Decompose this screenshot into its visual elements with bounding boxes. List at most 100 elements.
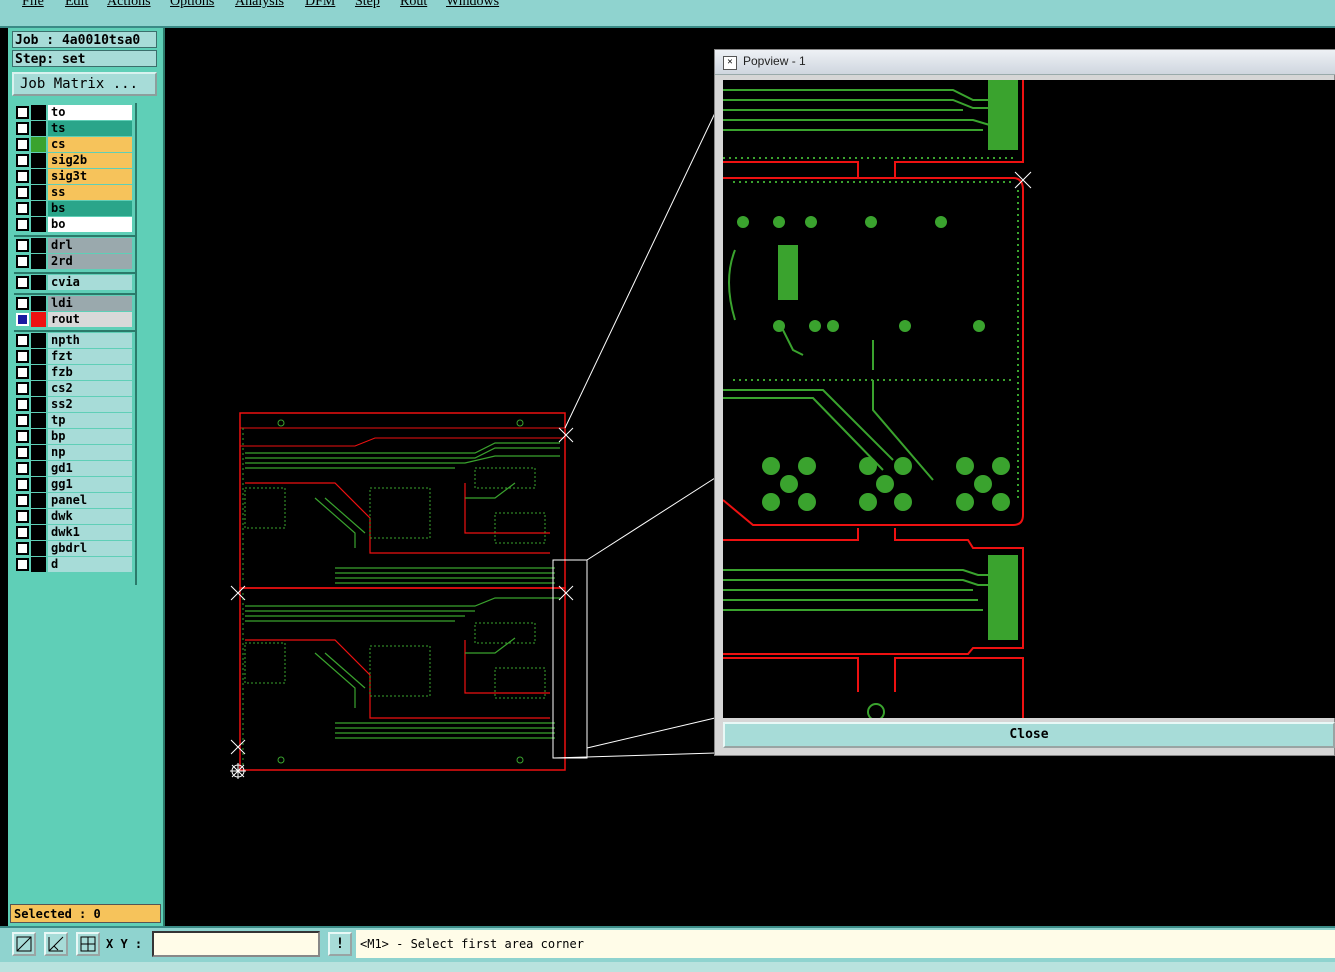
layer-checkbox[interactable] bbox=[16, 446, 29, 459]
job-matrix-button[interactable]: Job Matrix ... bbox=[12, 72, 157, 96]
menu-actions[interactable]: Actions bbox=[107, 0, 151, 10]
layer-row-sig2b[interactable]: sig2b bbox=[14, 153, 134, 168]
layer-row-2rd[interactable]: 2rd bbox=[14, 254, 134, 269]
layer-name[interactable]: dwk bbox=[48, 509, 132, 524]
layer-row-panel[interactable]: panel bbox=[14, 493, 134, 508]
layer-checkbox[interactable] bbox=[16, 542, 29, 555]
layer-checkbox[interactable] bbox=[16, 106, 29, 119]
layer-name[interactable]: gg1 bbox=[48, 477, 132, 492]
layer-row-gbdrl[interactable]: gbdrl bbox=[14, 541, 134, 556]
layer-checkbox[interactable] bbox=[16, 494, 29, 507]
measure-icon[interactable] bbox=[44, 932, 68, 956]
layer-row-dwk1[interactable]: dwk1 bbox=[14, 525, 134, 540]
layer-row-bs[interactable]: bs bbox=[14, 201, 134, 216]
layer-name[interactable]: drl bbox=[48, 238, 132, 253]
xy-input[interactable] bbox=[152, 931, 320, 957]
popview-canvas[interactable] bbox=[723, 80, 1335, 718]
layer-color-swatch[interactable] bbox=[31, 254, 46, 269]
layer-color-swatch[interactable] bbox=[31, 541, 46, 556]
layer-name[interactable]: sig3t bbox=[48, 169, 132, 184]
layer-name[interactable]: bo bbox=[48, 217, 132, 232]
layer-name[interactable]: fzb bbox=[48, 365, 132, 380]
layer-name[interactable]: to bbox=[48, 105, 132, 120]
menu-options[interactable]: Options bbox=[170, 0, 214, 10]
layer-name[interactable]: cs2 bbox=[48, 381, 132, 396]
layer-checkbox[interactable] bbox=[16, 414, 29, 427]
layer-row-to[interactable]: to bbox=[14, 105, 134, 120]
layer-name[interactable]: ss2 bbox=[48, 397, 132, 412]
layer-name[interactable]: d bbox=[48, 557, 132, 572]
layer-row-bp[interactable]: bp bbox=[14, 429, 134, 444]
layer-checkbox[interactable] bbox=[16, 366, 29, 379]
layer-checkbox[interactable] bbox=[16, 430, 29, 443]
layer-color-swatch[interactable] bbox=[31, 445, 46, 460]
menu-rout[interactable]: Rout bbox=[400, 0, 427, 10]
layer-row-ts[interactable]: ts bbox=[14, 121, 134, 136]
layer-row-ss[interactable]: ss bbox=[14, 185, 134, 200]
layer-color-swatch[interactable] bbox=[31, 217, 46, 232]
layer-checkbox[interactable] bbox=[16, 526, 29, 539]
layer-color-swatch[interactable] bbox=[31, 429, 46, 444]
layer-row-gg1[interactable]: gg1 bbox=[14, 477, 134, 492]
layer-color-swatch[interactable] bbox=[31, 275, 46, 290]
layer-color-swatch[interactable] bbox=[31, 201, 46, 216]
layer-row-fzb[interactable]: fzb bbox=[14, 365, 134, 380]
layer-checkbox[interactable] bbox=[16, 478, 29, 491]
layer-checkbox[interactable] bbox=[16, 334, 29, 347]
close-button[interactable]: Close bbox=[723, 722, 1335, 748]
layer-name[interactable]: cs bbox=[48, 137, 132, 152]
layer-checkbox[interactable] bbox=[16, 255, 29, 268]
layer-checkbox[interactable] bbox=[16, 239, 29, 252]
layer-checkbox[interactable] bbox=[16, 138, 29, 151]
layer-name[interactable]: tp bbox=[48, 413, 132, 428]
exclamation-icon[interactable]: ! bbox=[328, 932, 352, 956]
layer-color-swatch[interactable] bbox=[31, 557, 46, 572]
layer-row-ldi[interactable]: ldi bbox=[14, 296, 134, 311]
layer-checkbox[interactable] bbox=[16, 276, 29, 289]
layer-name[interactable]: ldi bbox=[48, 296, 132, 311]
layer-name[interactable]: cvia bbox=[48, 275, 132, 290]
layer-checkbox[interactable] bbox=[16, 462, 29, 475]
layer-checkbox[interactable] bbox=[16, 297, 29, 310]
layer-checkbox[interactable] bbox=[16, 382, 29, 395]
layer-checkbox[interactable] bbox=[16, 398, 29, 411]
menu-file[interactable]: File bbox=[22, 0, 44, 10]
layer-row-tp[interactable]: tp bbox=[14, 413, 134, 428]
layer-name[interactable]: npth bbox=[48, 333, 132, 348]
menu-step[interactable]: Step bbox=[355, 0, 380, 10]
layer-color-swatch[interactable] bbox=[31, 312, 46, 327]
layer-color-swatch[interactable] bbox=[31, 477, 46, 492]
layer-color-swatch[interactable] bbox=[31, 509, 46, 524]
layer-color-swatch[interactable] bbox=[31, 137, 46, 152]
layer-name[interactable]: panel bbox=[48, 493, 132, 508]
layer-row-gd1[interactable]: gd1 bbox=[14, 461, 134, 476]
layer-color-swatch[interactable] bbox=[31, 238, 46, 253]
menu-dfm[interactable]: DFM bbox=[305, 0, 335, 10]
layer-row-dwk[interactable]: dwk bbox=[14, 509, 134, 524]
menu-windows[interactable]: Windows bbox=[446, 0, 499, 10]
layer-row-ss2[interactable]: ss2 bbox=[14, 397, 134, 412]
layer-color-swatch[interactable] bbox=[31, 296, 46, 311]
layer-name[interactable]: fzt bbox=[48, 349, 132, 364]
layer-name[interactable]: gd1 bbox=[48, 461, 132, 476]
layer-color-swatch[interactable] bbox=[31, 397, 46, 412]
layer-name[interactable]: np bbox=[48, 445, 132, 460]
layer-checkbox[interactable] bbox=[16, 558, 29, 571]
layer-row-fzt[interactable]: fzt bbox=[14, 349, 134, 364]
layer-checkbox[interactable] bbox=[16, 202, 29, 215]
layer-checkbox[interactable] bbox=[16, 350, 29, 363]
layer-color-swatch[interactable] bbox=[31, 169, 46, 184]
layer-checkbox[interactable] bbox=[16, 186, 29, 199]
menu-edit[interactable]: Edit bbox=[65, 0, 88, 10]
popview-titlebar[interactable]: ✕ Popview - 1 bbox=[715, 50, 1335, 75]
layer-name[interactable]: ss bbox=[48, 185, 132, 200]
layer-checkbox[interactable] bbox=[16, 170, 29, 183]
layer-name[interactable]: rout bbox=[48, 312, 132, 327]
layer-color-swatch[interactable] bbox=[31, 105, 46, 120]
layer-row-cs[interactable]: cs bbox=[14, 137, 134, 152]
layer-color-swatch[interactable] bbox=[31, 525, 46, 540]
layer-checkbox[interactable] bbox=[16, 218, 29, 231]
layer-color-swatch[interactable] bbox=[31, 381, 46, 396]
layer-row-d[interactable]: d bbox=[14, 557, 134, 572]
layer-checkbox[interactable] bbox=[16, 510, 29, 523]
